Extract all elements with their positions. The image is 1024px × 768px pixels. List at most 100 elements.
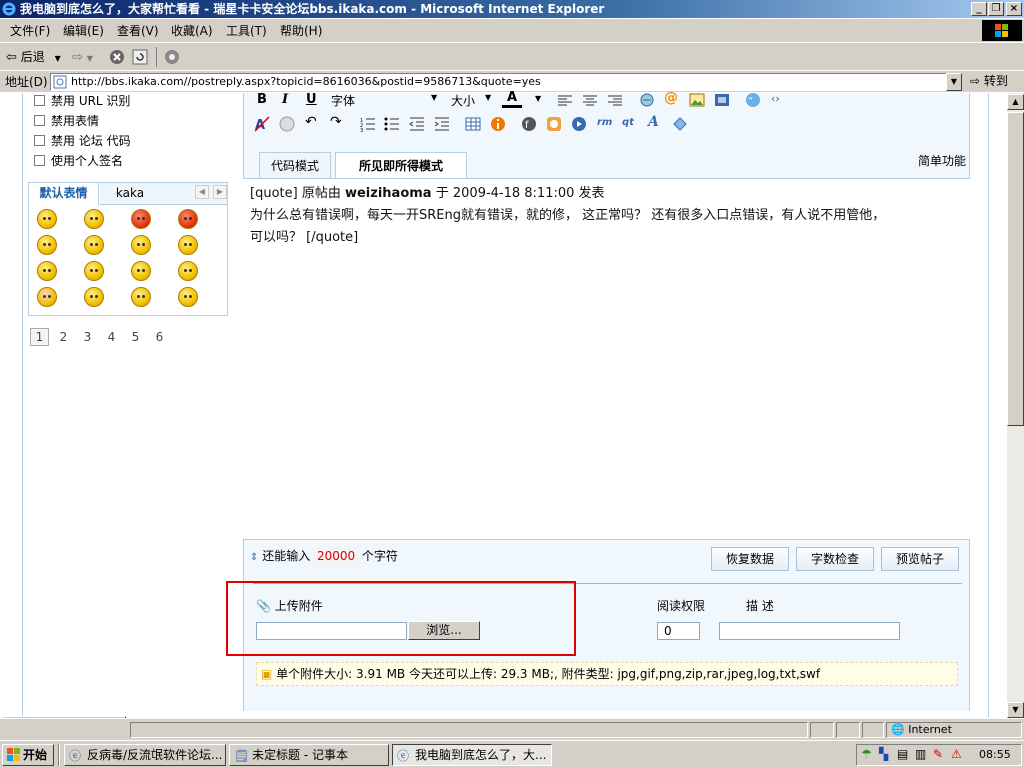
scroll-thumb[interactable]: [1007, 112, 1024, 426]
page-link-5[interactable]: 5: [126, 329, 145, 347]
surprised-face-icon[interactable]: [178, 261, 198, 281]
security-tray-icon[interactable]: ⚠: [951, 747, 962, 761]
ordered-list-icon[interactable]: 123: [360, 116, 376, 132]
taskbar-item-notepad[interactable]: 🗒 未定标题 - 记事本: [229, 744, 389, 766]
menu-favorites[interactable]: 收藏(A): [171, 23, 213, 39]
refresh-icon[interactable]: [132, 49, 148, 65]
page-link-3[interactable]: 3: [78, 329, 97, 347]
media-icon[interactable]: [714, 92, 730, 108]
close-window-button[interactable]: ×: [1006, 2, 1022, 16]
link-icon[interactable]: [639, 92, 655, 108]
network-tray-icon[interactable]: ▚: [879, 747, 888, 761]
page-link-1[interactable]: 1: [30, 328, 49, 346]
remove-format-icon[interactable]: A: [254, 116, 270, 132]
page-link-6[interactable]: 6: [150, 329, 169, 347]
sad-face-icon[interactable]: [178, 235, 198, 255]
menu-edit[interactable]: 编辑(E): [63, 23, 104, 39]
address-input[interactable]: http://bbs.ikaka.com//postreply.aspx?top…: [50, 73, 962, 91]
email-icon[interactable]: @: [664, 90, 678, 106]
antivirus-tray-icon[interactable]: ☂: [861, 747, 872, 761]
restore-data-button[interactable]: 恢复数据: [711, 547, 789, 571]
code-icon[interactable]: ‹›: [771, 92, 780, 105]
description-input[interactable]: [719, 622, 900, 640]
option-disable-url[interactable]: 禁用 URL 识别: [34, 94, 130, 112]
menu-help[interactable]: 帮助(H): [280, 23, 322, 39]
browse-button[interactable]: 浏览...: [408, 621, 480, 640]
wide-eyed-face-icon[interactable]: [178, 287, 198, 307]
option-disable-bbcode[interactable]: 禁用 论坛 代码: [34, 134, 131, 152]
qt-icon[interactable]: qt: [622, 117, 634, 128]
cool-face-icon[interactable]: [37, 261, 57, 281]
simple-mode-link[interactable]: 简单功能: [918, 152, 966, 170]
bold-button[interactable]: B: [257, 92, 267, 107]
printer-tray-icon[interactable]: ▤: [897, 747, 908, 761]
paste-icon[interactable]: [672, 116, 688, 132]
word-count-button[interactable]: 字数检查: [796, 547, 874, 571]
chevron-down-icon[interactable]: ▼: [535, 94, 541, 103]
monitor-tray-icon[interactable]: ▥: [915, 747, 926, 761]
love-face-icon[interactable]: [37, 287, 57, 307]
tab-code-mode[interactable]: 代码模式: [259, 152, 331, 178]
info-icon[interactable]: [490, 116, 506, 132]
align-left-icon[interactable]: [557, 93, 573, 109]
stop-icon[interactable]: [109, 49, 125, 65]
smiley-icon[interactable]: [131, 287, 151, 307]
smiley-toolbar-icon[interactable]: [279, 116, 295, 132]
menu-view[interactable]: 查看(V): [117, 23, 159, 39]
indent-icon[interactable]: [434, 116, 450, 132]
ime-tray-icon[interactable]: ✎: [933, 747, 943, 761]
image-icon[interactable]: [689, 92, 705, 108]
realplayer-icon[interactable]: [546, 116, 562, 132]
start-button[interactable]: 开始: [2, 744, 54, 766]
align-center-icon[interactable]: [582, 93, 598, 109]
checkbox[interactable]: [34, 155, 45, 166]
rm-icon[interactable]: rm: [597, 117, 612, 128]
redo-icon[interactable]: ↷: [330, 114, 342, 130]
angry-face-icon[interactable]: [131, 209, 151, 229]
cursing-face-icon[interactable]: [178, 209, 198, 229]
outdent-icon[interactable]: [409, 116, 425, 132]
scroll-down-button[interactable]: ▼: [1007, 702, 1024, 718]
font-select[interactable]: 字体 ▼: [331, 92, 443, 108]
read-permission-input[interactable]: 0: [657, 622, 700, 640]
font-color-button[interactable]: A: [502, 90, 522, 108]
undo-icon[interactable]: ↶: [305, 114, 317, 130]
smiley-icon[interactable]: [131, 235, 151, 255]
flash-icon[interactable]: f: [521, 116, 537, 132]
unordered-list-icon[interactable]: [384, 116, 400, 132]
shocked-face-icon[interactable]: [84, 261, 104, 281]
quote-icon[interactable]: “: [745, 92, 761, 108]
page-link-2[interactable]: 2: [54, 329, 73, 347]
italic-button[interactable]: I: [282, 92, 288, 107]
go-button[interactable]: ⇨ 转到: [970, 73, 1008, 91]
back-button[interactable]: ⇦ 后退 ▼: [6, 48, 61, 66]
file-path-input[interactable]: [256, 622, 407, 640]
scroll-up-button[interactable]: ▲: [1007, 94, 1024, 110]
tab-default-emoticons[interactable]: 默认表情: [29, 183, 99, 205]
size-select[interactable]: 大小 ▼: [451, 92, 495, 108]
smiley-icon[interactable]: [37, 235, 57, 255]
address-dropdown-button[interactable]: ▼: [946, 73, 962, 91]
taskbar-item-forum[interactable]: ⓔ 反病毒/反流氓软件论坛...: [64, 744, 226, 766]
media-icon[interactable]: [164, 49, 180, 65]
smiley-icon[interactable]: [37, 209, 57, 229]
option-use-signature[interactable]: 使用个人签名: [34, 154, 123, 172]
chevron-left-icon[interactable]: ◀: [195, 185, 209, 199]
preview-post-button[interactable]: 预览帖子: [881, 547, 959, 571]
tab-wysiwyg-mode[interactable]: 所见即所得模式: [335, 152, 467, 179]
maximize-button[interactable]: ❐: [988, 2, 1004, 16]
checkbox[interactable]: [34, 115, 45, 126]
windows-media-icon[interactable]: [571, 116, 587, 132]
chevron-right-icon[interactable]: ▶: [213, 185, 227, 199]
menu-file[interactable]: 文件(F): [10, 23, 50, 39]
minimize-button[interactable]: _: [971, 2, 987, 16]
table-icon[interactable]: [465, 116, 481, 132]
forward-button[interactable]: ⇨ ▼: [72, 48, 93, 66]
checkbox[interactable]: [34, 135, 45, 146]
option-disable-smilies[interactable]: 禁用表情: [34, 114, 99, 132]
taskbar-item-current-page[interactable]: ⓔ 我电脑到底怎么了，大...: [392, 744, 552, 766]
tab-kaka-emoticons[interactable]: kaka: [100, 183, 160, 205]
resize-icon[interactable]: ⇕: [250, 552, 258, 563]
menu-tools[interactable]: 工具(T): [226, 23, 267, 39]
align-right-icon[interactable]: [607, 93, 623, 109]
